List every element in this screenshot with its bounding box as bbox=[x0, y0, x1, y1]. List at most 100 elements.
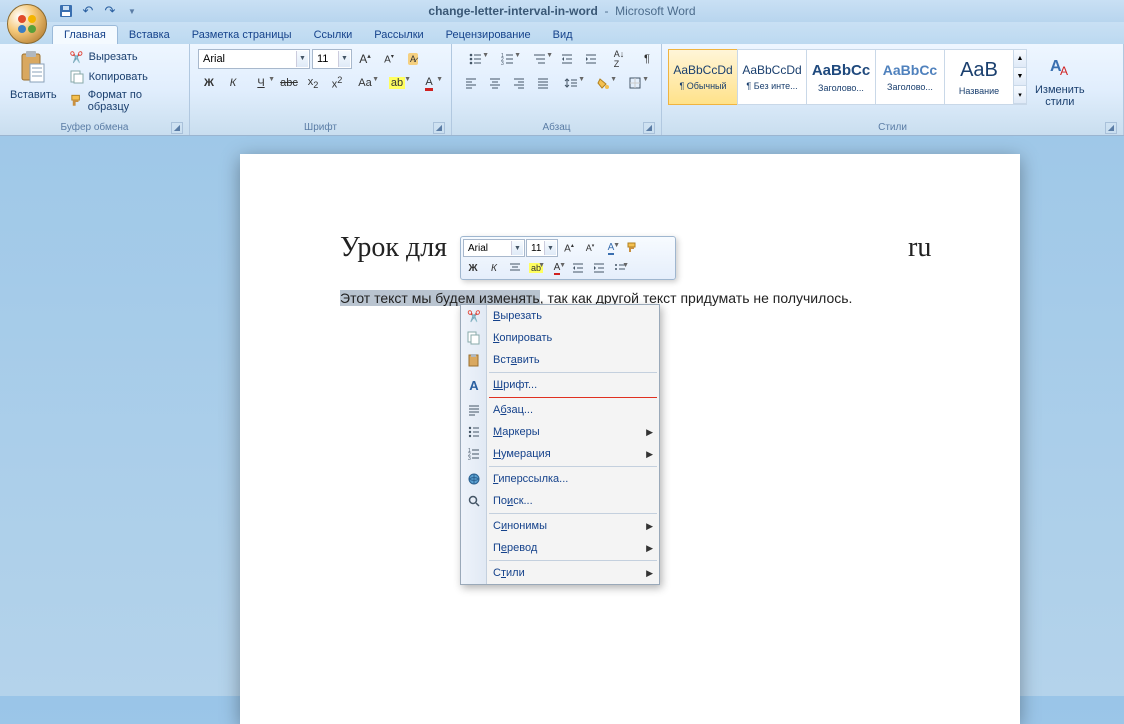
ctx-numbering[interactable]: 123Нумерация▶ bbox=[461, 443, 659, 465]
globe-icon bbox=[466, 471, 482, 487]
mini-grow-button[interactable]: A▴ bbox=[559, 239, 579, 257]
underline-icon: Ч bbox=[257, 77, 264, 89]
mini-format-painter[interactable] bbox=[622, 239, 642, 257]
mini-font-color[interactable]: A▼ bbox=[547, 259, 567, 277]
ctx-translate[interactable]: Перевод▶ bbox=[461, 537, 659, 559]
underline-button[interactable]: Ч▼ bbox=[246, 73, 276, 93]
mini-highlight[interactable]: ab▼ bbox=[526, 259, 546, 277]
paste-button[interactable]: Вставить bbox=[4, 46, 63, 105]
tab-review[interactable]: Рецензирование bbox=[435, 26, 542, 44]
style-title[interactable]: AaBНазвание bbox=[944, 49, 1014, 105]
qat-customize[interactable]: ▼ bbox=[123, 2, 141, 20]
line-spacing-button[interactable]: ▼ bbox=[556, 73, 586, 93]
tab-pagelayout[interactable]: Разметка страницы bbox=[181, 26, 303, 44]
save-button[interactable] bbox=[57, 2, 75, 20]
grow-font-button[interactable]: A▴ bbox=[354, 49, 376, 69]
redo-button[interactable]: ↷ bbox=[101, 2, 119, 20]
mini-indent-inc[interactable] bbox=[589, 259, 609, 277]
mini-bullets[interactable]: ▼ bbox=[610, 259, 630, 277]
indent-dec-button[interactable] bbox=[556, 49, 578, 69]
ctx-paste[interactable]: Вставить bbox=[461, 349, 659, 371]
bullets-button[interactable]: ▼ bbox=[460, 49, 490, 69]
paste-label: Вставить bbox=[10, 89, 57, 101]
highlight-button[interactable]: ab▼ bbox=[382, 73, 412, 93]
borders-button[interactable]: ▼ bbox=[620, 73, 650, 93]
ctx-paragraph[interactable]: Абзац... bbox=[461, 399, 659, 421]
sort-button[interactable]: A↓Z bbox=[604, 49, 634, 69]
ctx-bullets[interactable]: Маркеры▶ bbox=[461, 421, 659, 443]
ctx-find[interactable]: Поиск... bbox=[461, 490, 659, 512]
font-launcher[interactable]: ◢ bbox=[433, 122, 445, 134]
undo-button[interactable]: ↶ bbox=[79, 2, 97, 20]
style-normal[interactable]: AaBbCcDd¶ Обычный bbox=[668, 49, 738, 105]
mini-italic[interactable]: К bbox=[484, 259, 504, 277]
styles-gallery: AaBbCcDd¶ Обычный AaBbCcDd¶ Без инте... … bbox=[668, 49, 1027, 105]
align-center-button[interactable] bbox=[484, 73, 506, 93]
multilevel-button[interactable]: ▼ bbox=[524, 49, 554, 69]
ctx-font[interactable]: AШрифт... bbox=[461, 374, 659, 396]
mini-bold[interactable]: Ж bbox=[463, 259, 483, 277]
chevron-down-icon: ▼ bbox=[128, 7, 136, 16]
align-justify-button[interactable] bbox=[532, 73, 554, 93]
multilevel-icon bbox=[532, 52, 546, 66]
show-marks-button[interactable]: ¶ bbox=[636, 49, 658, 69]
font-color-button[interactable]: A▼ bbox=[414, 73, 444, 93]
format-painter-button[interactable]: Формат по образцу bbox=[67, 88, 183, 114]
mini-size-combo[interactable]: 11▼ bbox=[526, 239, 558, 257]
style-heading2[interactable]: AaBbCcЗаголово... bbox=[875, 49, 945, 105]
mini-center[interactable] bbox=[505, 259, 525, 277]
mini-indent-dec[interactable] bbox=[568, 259, 588, 277]
change-styles-button[interactable]: AA Изменить стили bbox=[1029, 49, 1091, 112]
superscript-button[interactable]: x2 bbox=[326, 73, 348, 93]
styles-more[interactable]: ▲▼▾ bbox=[1013, 49, 1027, 105]
align-right-button[interactable] bbox=[508, 73, 530, 93]
tab-references[interactable]: Ссылки bbox=[303, 26, 364, 44]
italic-icon: К bbox=[230, 77, 236, 89]
save-icon bbox=[59, 4, 73, 18]
shrink-font-button[interactable]: A▾ bbox=[378, 49, 400, 69]
group-clipboard-label: Буфер обмена◢ bbox=[4, 120, 185, 135]
italic-button[interactable]: К bbox=[222, 73, 244, 93]
clipboard-launcher[interactable]: ◢ bbox=[171, 122, 183, 134]
copy-button[interactable]: Копировать bbox=[67, 68, 183, 86]
submenu-arrow-icon: ▶ bbox=[646, 568, 653, 579]
tab-mailings[interactable]: Рассылки bbox=[363, 26, 434, 44]
numbering-button[interactable]: 123▼ bbox=[492, 49, 522, 69]
shading-button[interactable]: ▼ bbox=[588, 73, 618, 93]
ctx-hyperlink[interactable]: Гиперссылка... bbox=[461, 468, 659, 490]
subscript-button[interactable]: x2 bbox=[302, 73, 324, 93]
font-name-combo[interactable]: Arial▼ bbox=[198, 49, 310, 69]
style-heading1[interactable]: AaBbCcЗаголово... bbox=[806, 49, 876, 105]
submenu-arrow-icon: ▶ bbox=[646, 427, 653, 438]
font-size-combo[interactable]: 11▼ bbox=[312, 49, 352, 69]
group-font-label: Шрифт◢ bbox=[194, 120, 447, 135]
strike-button[interactable]: abc bbox=[278, 73, 300, 93]
ctx-styles[interactable]: Стили▶ bbox=[461, 562, 659, 584]
align-left-button[interactable] bbox=[460, 73, 482, 93]
change-case-button[interactable]: Aa▼ bbox=[350, 73, 380, 93]
bucket-icon bbox=[596, 76, 610, 90]
mini-shrink-button[interactable]: A▾ bbox=[580, 239, 600, 257]
style-nospacing[interactable]: AaBbCcDd¶ Без инте... bbox=[737, 49, 807, 105]
tab-view[interactable]: Вид bbox=[542, 26, 584, 44]
mini-styles-button[interactable]: A▼ bbox=[601, 239, 621, 257]
paragraph-launcher[interactable]: ◢ bbox=[643, 122, 655, 134]
ctx-synonyms[interactable]: Синонимы▶ bbox=[461, 515, 659, 537]
mini-font-combo[interactable]: Arial▼ bbox=[463, 239, 525, 257]
styles-launcher[interactable]: ◢ bbox=[1105, 122, 1117, 134]
grow-font-icon: A▴ bbox=[564, 242, 574, 254]
group-font: Arial▼ 11▼ A▴ A▾ A̷ Ж К Ч▼ abc x2 x2 Aa▼… bbox=[190, 44, 452, 135]
bold-button[interactable]: Ж bbox=[198, 73, 220, 93]
tab-home[interactable]: Главная bbox=[52, 25, 118, 44]
indent-dec-icon bbox=[560, 52, 574, 66]
indent-inc-button[interactable] bbox=[580, 49, 602, 69]
change-styles-icon: AA bbox=[1046, 53, 1074, 81]
cut-button[interactable]: ✂️Вырезать bbox=[67, 48, 183, 66]
strike-icon: abc bbox=[280, 77, 298, 89]
office-button[interactable] bbox=[7, 4, 47, 44]
ctx-cut[interactable]: ✂️Вырезать bbox=[461, 305, 659, 327]
tab-insert[interactable]: Вставка bbox=[118, 26, 181, 44]
clear-format-button[interactable]: A̷ bbox=[402, 49, 424, 69]
ctx-copy[interactable]: Копировать bbox=[461, 327, 659, 349]
context-menu: ✂️Вырезать Копировать Вставить AШрифт...… bbox=[460, 304, 660, 585]
